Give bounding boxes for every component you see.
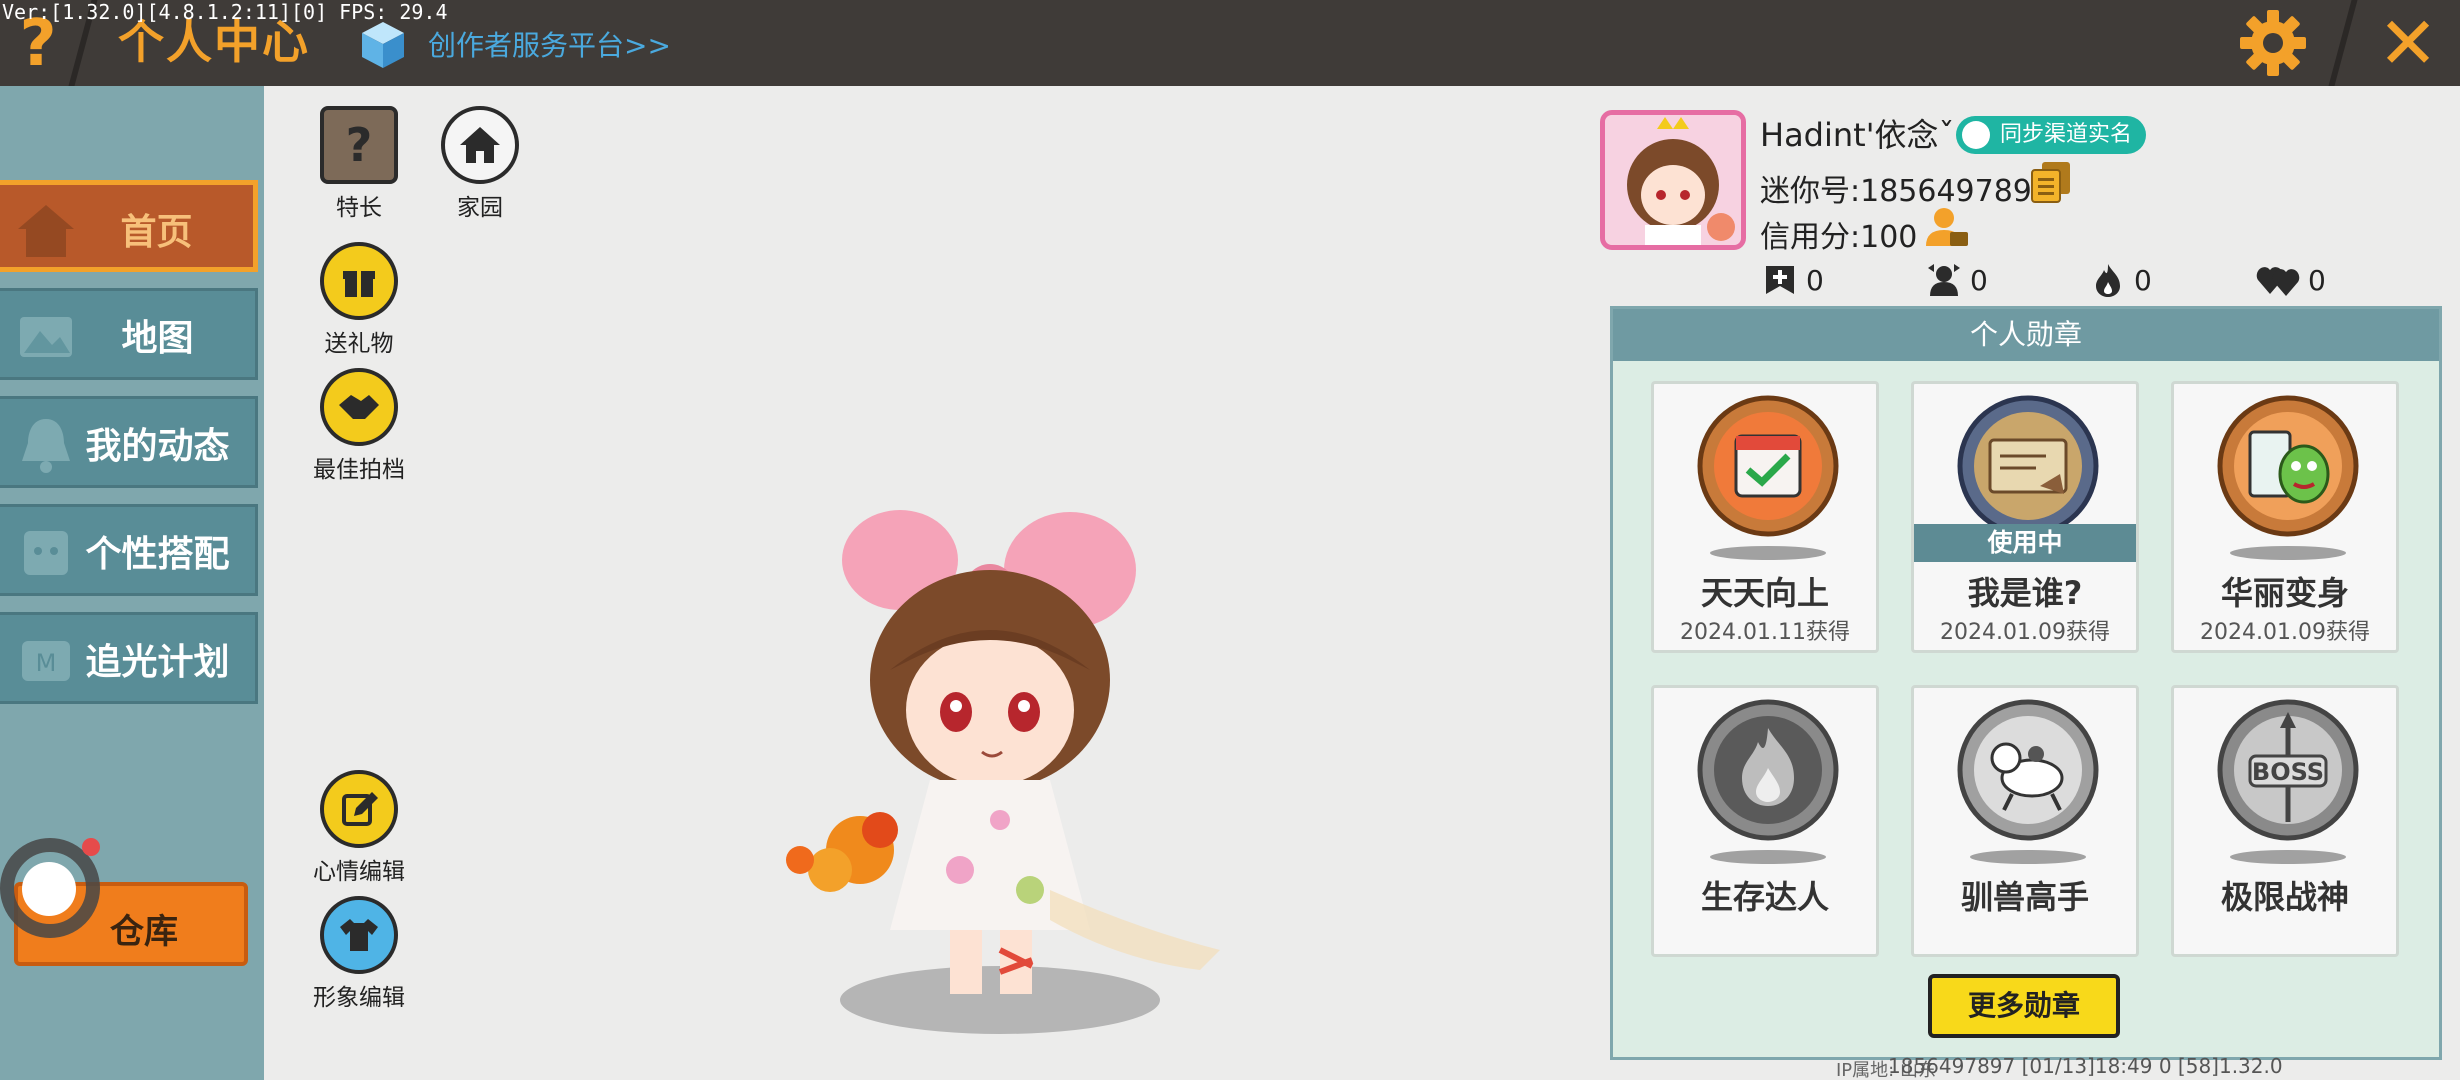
gear-icon[interactable] [2236, 6, 2310, 80]
medal-shadow [1710, 850, 1826, 864]
letter-medal-icon [1957, 395, 2099, 537]
like-icon [1766, 266, 1794, 294]
footer-info: 1856497897 [01/13]18:49 0 [58]1.32.0 [1888, 1054, 2283, 1078]
avatar[interactable] [1600, 110, 1746, 250]
edit-icon [320, 770, 398, 848]
warehouse-label: 仓库 [110, 912, 178, 952]
sidebar-item-label: 我的动态 [85, 426, 230, 467]
home-label: 家园 [457, 195, 503, 221]
fire-medal-icon [1697, 699, 1839, 841]
joystick-knob[interactable] [22, 862, 76, 916]
gift-icon [320, 242, 398, 320]
close-icon[interactable]: ✕ [2368, 6, 2448, 80]
transform-medal-icon [2217, 395, 2359, 537]
horse-medal-icon [1957, 699, 2099, 841]
debug-overlay: Ver:[1.32.0][4.8.1.2:11][0] FPS: 29.4 [2, 0, 448, 24]
sidebar-item-label: 追光计划 [85, 642, 230, 683]
nickname: Hadint'依念ˇ [1760, 116, 1955, 154]
medal-card[interactable]: 华丽变身 2024.01.09获得 [2171, 381, 2399, 653]
shirt-icon [320, 896, 398, 974]
medal-date: 2024.01.09获得 [2200, 620, 2370, 645]
medal-panel-title: 个人勋章 [1613, 309, 2439, 361]
credit-user-icon[interactable] [1924, 204, 1970, 250]
fans-icon [1928, 264, 1960, 296]
medal-name: 驯兽高手 [1960, 878, 2089, 916]
best-partner-button[interactable]: 最佳拍档 [304, 368, 414, 484]
stat-value: 0 [1970, 263, 1988, 297]
cube-icon[interactable] [356, 18, 410, 72]
calendar-medal-icon [1697, 395, 1839, 537]
stat-likes[interactable]: 0 [1762, 262, 1824, 298]
image-edit-button[interactable]: 形象编辑 [304, 896, 414, 1012]
medal-name: 华丽变身 [2220, 574, 2349, 612]
medal-card[interactable]: 生存达人 [1651, 685, 1879, 957]
sidebar-item-home[interactable]: 首页 [0, 180, 258, 272]
question-box-icon: ? [320, 106, 398, 184]
more-medals-button[interactable]: 更多勋章 [1928, 974, 2120, 1038]
medal-date: 2024.01.09获得 [1940, 620, 2110, 645]
sync-label: 同步渠道实名 [2000, 122, 2133, 147]
medal-shadow [2230, 850, 2346, 864]
home-button[interactable]: 家园 [425, 106, 535, 222]
medal-shadow [1710, 546, 1826, 560]
medal-name: 天天向上 [1700, 574, 1829, 612]
stat-value: 0 [1806, 263, 1824, 297]
creator-platform-link[interactable]: 创作者服务平台>> [428, 24, 671, 64]
medal-name: 生存达人 [1700, 878, 1829, 916]
gift-label: 送礼物 [324, 331, 394, 357]
user-sync-icon [1962, 121, 1990, 149]
stat-value: 0 [2308, 263, 2326, 297]
house-icon [441, 106, 519, 184]
specialty-button[interactable]: ? 特长 [304, 106, 414, 222]
boss-medal-icon: BOSS [2217, 699, 2359, 841]
mini-id: 迷你号:1856497897 [1760, 174, 2051, 209]
medal-card[interactable]: 使用中 我是谁? 2024.01.09获得 [1911, 381, 2139, 653]
fire-icon [2096, 264, 2120, 297]
sidebar-item-activity[interactable]: 我的动态 [0, 396, 258, 488]
medal-card[interactable]: BOSS 极限战神 [2171, 685, 2399, 957]
medal-card[interactable]: 天天向上 2024.01.11获得 [1651, 381, 1879, 653]
in-use-badge: 使用中 [1914, 524, 2136, 562]
notification-dot [82, 838, 100, 856]
image-edit-label: 形象编辑 [313, 985, 405, 1011]
medal-shadow [1970, 850, 2086, 864]
medal-card[interactable]: 驯兽高手 [1911, 685, 2139, 957]
hearts-icon [2256, 267, 2300, 296]
sync-realname-button[interactable]: 同步渠道实名 [1956, 116, 2147, 154]
gift-button[interactable]: 送礼物 [304, 242, 414, 358]
specialty-label: 特长 [336, 195, 382, 221]
sidebar-item-outfit[interactable]: 个性搭配 [0, 504, 258, 596]
sidebar-item-label: 地图 [121, 318, 194, 359]
stat-value: 0 [2134, 263, 2152, 297]
medal-name: 极限战神 [2220, 878, 2349, 916]
avatar-portrait [1605, 115, 1741, 245]
stat-hearts[interactable]: 0 [2256, 262, 2326, 298]
copy-icon[interactable] [2030, 160, 2072, 204]
sidebar-item-label: 首页 [120, 212, 193, 253]
credit-score: 信用分:100 [1760, 220, 1918, 255]
sidebar-item-light-plan[interactable]: M 追光计划 [0, 612, 258, 704]
best-partner-label: 最佳拍档 [313, 457, 405, 483]
medal-shadow [2230, 546, 2346, 560]
medal-date: 2024.01.11获得 [1680, 620, 1850, 645]
mood-edit-button[interactable]: 心情编辑 [304, 770, 414, 886]
stat-popularity[interactable]: 0 [2090, 262, 2152, 298]
medal-panel: 个人勋章 天天向上 2024.01.11获得 使用中 我是谁? 2024.01.… [1610, 306, 2442, 1060]
handshake-icon [320, 368, 398, 446]
character-avatar-3d[interactable] [760, 490, 1280, 1050]
medal-name: 我是谁? [1967, 574, 2083, 612]
svg-text:BOSS: BOSS [2252, 758, 2324, 786]
mood-edit-label: 心情编辑 [313, 859, 405, 885]
sidebar-item-label: 个性搭配 [85, 534, 230, 575]
sidebar-item-map[interactable]: 地图 [0, 288, 258, 380]
divider [2328, 0, 2358, 86]
stat-fans[interactable]: 0 [1926, 262, 1988, 298]
